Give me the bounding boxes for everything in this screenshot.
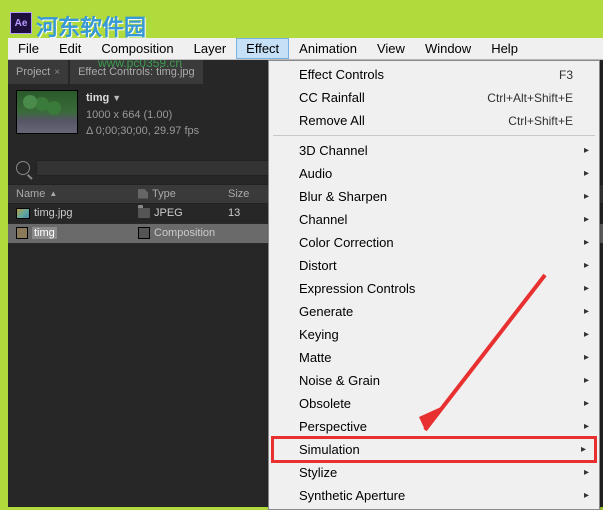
submenu-arrow-icon: ▸	[584, 306, 589, 317]
row-type: JPEG	[154, 207, 183, 219]
menu-category-simulation[interactable]: Simulation ▸	[271, 436, 597, 463]
menu-label: Audio	[299, 166, 332, 181]
menu-category-expression-controls[interactable]: Expression Controls ▸	[271, 277, 597, 300]
item-name: timg	[86, 92, 109, 104]
menu-category-synthetic-aperture[interactable]: Synthetic Aperture ▸	[271, 484, 597, 507]
row-type: Composition	[154, 227, 215, 239]
menubar: File Edit Composition Layer Effect Anima…	[8, 38, 603, 60]
menu-category-noise-grain[interactable]: Noise & Grain ▸	[271, 369, 597, 392]
menu-category-distort[interactable]: Distort ▸	[271, 254, 597, 277]
menu-label: CC Rainfall	[299, 90, 365, 105]
menu-shortcut: F3	[559, 68, 573, 82]
menu-effect[interactable]: Effect	[236, 38, 289, 59]
submenu-arrow-icon: ▸	[584, 237, 589, 248]
menu-help[interactable]: Help	[481, 38, 528, 59]
menu-category-keying[interactable]: Keying ▸	[271, 323, 597, 346]
menu-layer[interactable]: Layer	[184, 38, 237, 59]
menu-category-matte[interactable]: Matte ▸	[271, 346, 597, 369]
composition-icon	[16, 227, 28, 239]
menu-effect-controls[interactable]: Effect Controls F3	[271, 63, 597, 86]
menu-animation[interactable]: Animation	[289, 38, 367, 59]
effect-dropdown: Effect Controls F3 CC Rainfall Ctrl+Alt+…	[268, 60, 600, 510]
menu-label: Generate	[299, 304, 353, 319]
menu-label: 3D Channel	[299, 143, 368, 158]
menu-edit[interactable]: Edit	[49, 38, 91, 59]
submenu-arrow-icon: ▸	[584, 145, 589, 156]
image-icon	[16, 208, 30, 219]
menu-category-generate[interactable]: Generate ▸	[271, 300, 597, 323]
item-dimensions: 1000 x 664 (1.00)	[86, 107, 199, 124]
submenu-arrow-icon: ▸	[584, 191, 589, 202]
type-icon	[138, 208, 150, 218]
submenu-arrow-icon: ▸	[584, 260, 589, 271]
item-duration: Δ 0;00;30;00, 29.97 fps	[86, 123, 199, 140]
tag-icon	[138, 189, 148, 199]
menu-label: Effect Controls	[299, 67, 384, 82]
menu-label: Perspective	[299, 419, 367, 434]
effect-controls-panel-tab[interactable]: Effect Controls: timg.jpg	[70, 60, 203, 84]
menu-view[interactable]: View	[367, 38, 415, 59]
menu-shortcut: Ctrl+Shift+E	[508, 114, 573, 128]
submenu-arrow-icon: ▸	[584, 398, 589, 409]
submenu-arrow-icon: ▸	[584, 375, 589, 386]
menu-label: Keying	[299, 327, 339, 342]
menu-category-color-correction[interactable]: Color Correction ▸	[271, 231, 597, 254]
menu-category-blur-sharpen[interactable]: Blur & Sharpen ▸	[271, 185, 597, 208]
submenu-arrow-icon: ▸	[584, 214, 589, 225]
menu-label: Channel	[299, 212, 347, 227]
type-icon	[138, 227, 150, 239]
menu-label: Color Correction	[299, 235, 394, 250]
submenu-arrow-icon: ▸	[584, 283, 589, 294]
tab-label: Project	[16, 66, 50, 78]
menu-label: Obsolete	[299, 396, 351, 411]
menu-label: Matte	[299, 350, 332, 365]
app-icon: Ae	[10, 12, 32, 34]
menu-category-stylize[interactable]: Stylize ▸	[271, 461, 597, 484]
submenu-arrow-icon: ▸	[584, 467, 589, 478]
menu-category-channel[interactable]: Channel ▸	[271, 208, 597, 231]
column-name[interactable]: Name ▲	[8, 188, 138, 200]
titlebar: Ae	[8, 8, 603, 38]
menu-shortcut: Ctrl+Alt+Shift+E	[487, 91, 573, 105]
menu-last-effect[interactable]: CC Rainfall Ctrl+Alt+Shift+E	[271, 86, 597, 109]
menu-file[interactable]: File	[8, 38, 49, 59]
submenu-arrow-icon: ▸	[581, 444, 586, 455]
menu-category-3d-channel[interactable]: 3D Channel ▸	[271, 139, 597, 162]
close-icon[interactable]: ×	[54, 67, 60, 78]
tab-label: Effect Controls: timg.jpg	[78, 66, 195, 78]
submenu-arrow-icon: ▸	[584, 490, 589, 501]
item-thumbnail	[16, 90, 78, 134]
menu-label: Simulation	[299, 442, 360, 457]
row-name: timg.jpg	[34, 207, 73, 219]
menu-label: Distort	[299, 258, 337, 273]
menu-label: Stylize	[299, 465, 337, 480]
menu-separator	[273, 135, 595, 136]
menu-category-perspective[interactable]: Perspective ▸	[271, 415, 597, 438]
menu-composition[interactable]: Composition	[91, 38, 183, 59]
search-icon[interactable]	[16, 161, 30, 175]
menu-category-obsolete[interactable]: Obsolete ▸	[271, 392, 597, 415]
disclosure-icon[interactable]: ▼	[112, 93, 121, 103]
menu-label: Remove All	[299, 113, 365, 128]
row-name: timg	[32, 227, 57, 239]
column-type[interactable]: Type	[138, 188, 228, 200]
submenu-arrow-icon: ▸	[584, 329, 589, 340]
menu-label: Expression Controls	[299, 281, 415, 296]
submenu-arrow-icon: ▸	[584, 421, 589, 432]
menu-label: Synthetic Aperture	[299, 488, 405, 503]
menu-remove-all[interactable]: Remove All Ctrl+Shift+E	[271, 109, 597, 132]
menu-category-audio[interactable]: Audio ▸	[271, 162, 597, 185]
submenu-arrow-icon: ▸	[584, 168, 589, 179]
project-panel-tab[interactable]: Project ×	[8, 60, 68, 84]
submenu-arrow-icon: ▸	[584, 352, 589, 363]
menu-label: Blur & Sharpen	[299, 189, 387, 204]
menu-label: Noise & Grain	[299, 373, 380, 388]
menu-window[interactable]: Window	[415, 38, 481, 59]
